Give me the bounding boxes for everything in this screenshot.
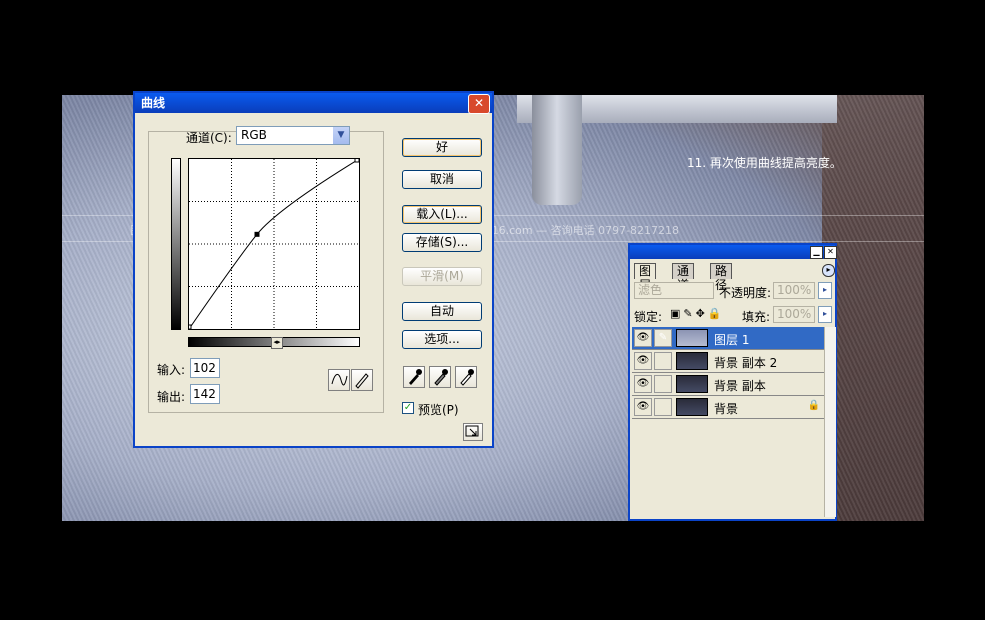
gradient-toggle-icon[interactable]: ◂▸: [271, 337, 283, 349]
save-button[interactable]: 存储(S)...: [402, 233, 482, 252]
layer-thumbnail: [676, 352, 708, 370]
lock-label: 锁定:: [634, 310, 663, 324]
link-slot[interactable]: [654, 352, 672, 370]
expand-icon[interactable]: [463, 423, 483, 441]
bed-leg: [532, 95, 582, 205]
preview-label: 预览(P): [418, 403, 459, 417]
fill-label: 填充:: [742, 310, 771, 324]
layer-scrollbar[interactable]: [824, 327, 836, 517]
gray-eyedropper-icon[interactable]: [429, 366, 451, 388]
eye-icon[interactable]: 👁: [634, 375, 652, 393]
eye-icon[interactable]: 👁: [634, 398, 652, 416]
layer-row[interactable]: 👁 背景 🔒: [632, 396, 824, 419]
curve-svg: [186, 157, 360, 330]
eye-icon[interactable]: 👁: [634, 329, 652, 347]
layer-thumbnail: [676, 329, 708, 347]
panel-menu-icon[interactable]: ▸: [822, 264, 835, 277]
layer-name: 背景 副本: [714, 379, 766, 393]
layer-thumbnail: [676, 375, 708, 393]
curve-endpoint-white[interactable]: [354, 157, 360, 163]
dialog-title: 曲线: [135, 93, 492, 113]
layer-row[interactable]: 👁 背景 副本: [632, 373, 824, 396]
preview-checkbox[interactable]: ✓: [402, 402, 414, 414]
blend-mode-value: 滤色: [638, 283, 663, 297]
curve-control-point[interactable]: [254, 231, 260, 237]
tutorial-caption: 11. 再次使用曲线提高亮度。: [687, 156, 842, 170]
curve-graph[interactable]: [186, 157, 360, 330]
input-label: 输入:: [157, 363, 186, 377]
curve-tool-icon[interactable]: [328, 369, 350, 391]
layer-list: 👁 ✎ 图层 1 👁 背景 副本 2 👁 背景 副本 👁 背景 🔒: [632, 327, 824, 517]
lock-icon: 🔒: [807, 400, 820, 411]
ok-button[interactable]: 好: [402, 138, 482, 157]
smooth-button[interactable]: 平滑(M): [402, 267, 482, 286]
opacity-arrow-icon[interactable]: ▸: [818, 282, 832, 299]
layer-row[interactable]: 👁 ✎ 图层 1: [632, 327, 824, 350]
brush-icon[interactable]: ✎: [654, 329, 672, 347]
panel-titlebar: [630, 245, 835, 259]
minimize-icon[interactable]: ▁: [810, 246, 823, 259]
cancel-button[interactable]: 取消: [402, 170, 482, 189]
output-field[interactable]: 142: [190, 384, 220, 404]
tab-channels[interactable]: 通道: [672, 263, 695, 292]
options-button[interactable]: 选项...: [402, 330, 482, 349]
fill-field[interactable]: 100%: [773, 306, 815, 323]
opacity-field[interactable]: 100%: [773, 282, 815, 299]
link-slot[interactable]: [654, 398, 672, 416]
layer-name: 背景: [714, 402, 739, 416]
input-field[interactable]: 102: [190, 358, 220, 378]
layer-thumbnail: [676, 398, 708, 416]
input-gradient-bar: ◂▸: [188, 337, 360, 349]
curves-dialog: 曲线 ✕ 通道(C): RGB ▼ ◂▸ 输入: 102 输出: 142 好 取…: [133, 91, 494, 448]
chevron-down-icon[interactable]: ▼: [333, 127, 349, 144]
channel-value: RGB: [241, 128, 267, 142]
blend-mode-select[interactable]: 滤色: [634, 282, 714, 299]
layer-name: 背景 副本 2: [714, 356, 778, 370]
close-icon[interactable]: ✕: [468, 94, 490, 114]
load-button[interactable]: 载入(L)...: [402, 205, 482, 224]
black-eyedropper-icon[interactable]: [403, 366, 425, 388]
link-slot[interactable]: [654, 375, 672, 393]
opacity-label: 不透明度:: [719, 286, 772, 300]
tab-paths[interactable]: 路径: [710, 263, 733, 292]
fill-arrow-icon[interactable]: ▸: [818, 306, 832, 323]
layers-panel: ▁ ✕ 图层 通道 路径 ▸ 滤色 不透明度: 100% ▸ 锁定: ▣✎✥🔒 …: [628, 243, 837, 521]
output-label: 输出:: [157, 390, 186, 404]
lock-icons[interactable]: ▣✎✥🔒: [670, 307, 725, 320]
close-icon[interactable]: ✕: [824, 246, 837, 259]
layer-name: 图层 1: [714, 333, 750, 347]
curve-endpoint-black[interactable]: [186, 324, 192, 330]
eye-icon[interactable]: 👁: [634, 352, 652, 370]
channel-select[interactable]: RGB ▼: [236, 126, 350, 145]
white-eyedropper-icon[interactable]: [455, 366, 477, 388]
layer-row[interactable]: 👁 背景 副本 2: [632, 350, 824, 373]
channel-label: 通道(C):: [186, 131, 232, 145]
pencil-icon[interactable]: [351, 369, 373, 391]
tab-layers[interactable]: 图层: [634, 263, 657, 292]
auto-button[interactable]: 自动: [402, 302, 482, 321]
output-gradient-bar: [171, 158, 181, 330]
